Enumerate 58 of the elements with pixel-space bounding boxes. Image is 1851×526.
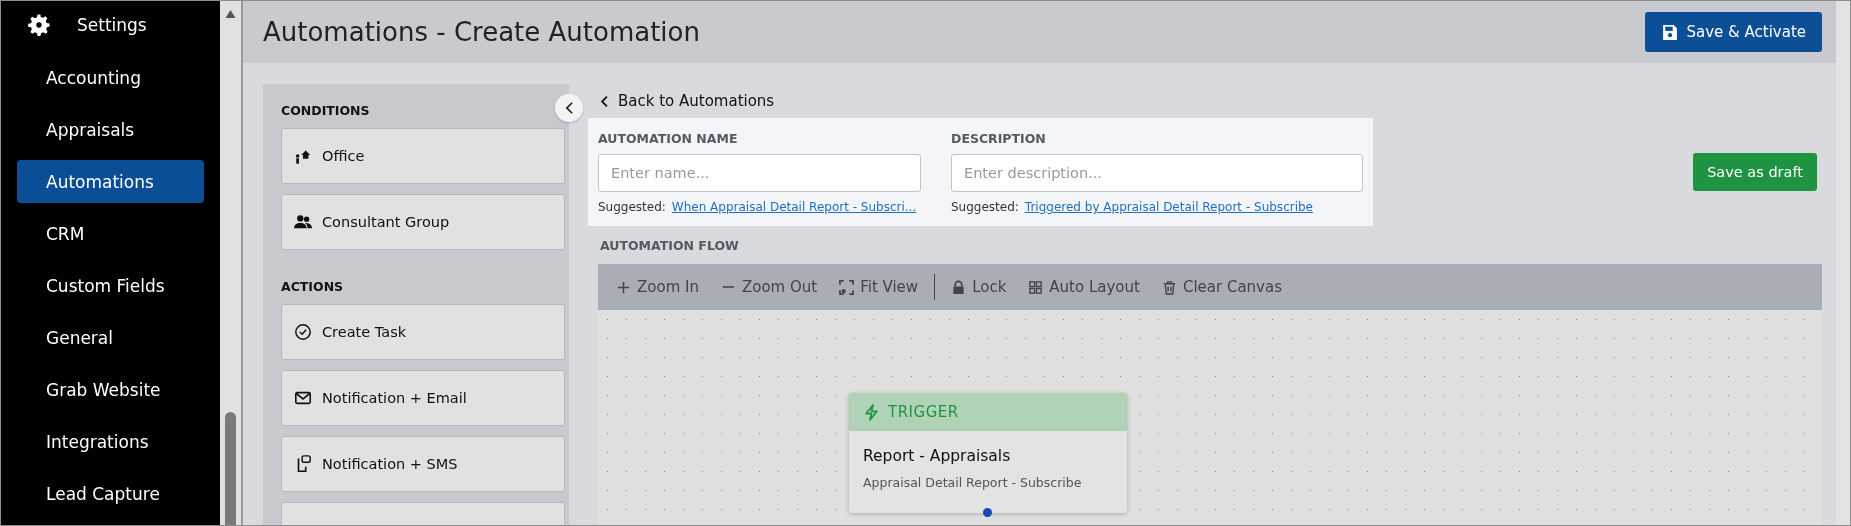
section-heading: CONDITIONS <box>281 101 371 120</box>
scrollbar[interactable] <box>1836 1 1850 525</box>
palette-item[interactable]: Office <box>281 128 565 184</box>
minus-icon <box>720 286 736 288</box>
toolbar-button[interactable]: Zoom In <box>616 278 699 296</box>
page-title: Automations - Create Automation <box>263 17 700 47</box>
envelope-icon <box>294 389 312 407</box>
plus-icon <box>616 279 631 295</box>
sidebar-item[interactable]: General <box>17 316 204 360</box>
chevron-left-icon <box>600 94 609 108</box>
section-heading: AUTOMATION FLOW <box>599 236 740 255</box>
people-icon <box>294 213 312 231</box>
sidebar-item[interactable]: Appraisals <box>17 108 204 152</box>
scroll-up-icon[interactable] <box>225 10 236 18</box>
lock-icon <box>951 279 967 295</box>
suggested-label: Suggested: <box>951 200 1019 214</box>
back-link[interactable]: Back to Automations <box>588 84 1822 118</box>
toolbar-button[interactable]: Clear Canvas <box>1161 278 1282 296</box>
node-title: Report - Appraisals <box>862 446 1012 465</box>
sidebar-item[interactable]: Lead Capture <box>17 472 204 516</box>
field-label: DESCRIPTION <box>951 129 1047 148</box>
suggestion-link[interactable]: When Appraisal Detail Report - Subscri... <box>671 200 917 214</box>
sidebar-item[interactable]: Accounting <box>17 56 204 100</box>
field-label: AUTOMATION NAME <box>598 129 739 148</box>
scrollbar[interactable] <box>220 1 243 525</box>
node-type-label: TRIGGER <box>888 403 959 421</box>
palette-item[interactable]: Notification + Email <box>281 370 565 426</box>
toolbar-button[interactable]: Zoom Out <box>720 278 818 296</box>
chevron-left-icon <box>564 101 574 115</box>
save-draft-button[interactable]: Save as draft <box>1693 153 1817 191</box>
node-subtitle: Appraisal Detail Report - Subscribe <box>862 474 1083 490</box>
scroll-thumb[interactable] <box>225 412 236 525</box>
section-heading: ACTIONS <box>281 277 345 296</box>
collapse-button[interactable] <box>555 94 583 122</box>
input-field[interactable]: Enter name... <box>598 154 921 192</box>
check-circle-icon <box>294 323 312 341</box>
palette-item[interactable]: Consultant Group <box>281 194 565 250</box>
palette-item[interactable]: Create Task <box>281 304 565 360</box>
toolbar-button[interactable]: Fit View <box>839 278 919 296</box>
suggested-label: Suggested: <box>598 200 666 214</box>
sidebar-item[interactable]: Grab Website <box>17 368 204 412</box>
lightning-icon <box>863 403 880 421</box>
trigger-node[interactable]: TRIGGER Report - Appraisals Appraisal Detail Report - Subscribe <box>849 393 1127 513</box>
suggestion-link[interactable]: Triggered by Appraisal Detail Report - Subscribe <box>1024 200 1313 214</box>
palette-item[interactable]: Notification + SMS <box>281 436 565 492</box>
sidebar-item[interactable]: Automations <box>17 160 204 204</box>
sidebar-item[interactable]: CRM <box>17 212 204 256</box>
sidebar-item[interactable]: Custom Fields <box>17 264 204 308</box>
toolbar-button[interactable]: Lock <box>951 278 1007 296</box>
connector-handle[interactable] <box>983 508 992 517</box>
save-activate-button[interactable]: Save & Activate <box>1645 12 1822 52</box>
sidebar-item[interactable]: Integrations <box>17 420 204 464</box>
grid-icon <box>1028 279 1044 295</box>
fit-view-icon <box>839 279 855 295</box>
trash-icon <box>1161 279 1177 295</box>
toolbar-button[interactable]: Auto Layout <box>1028 278 1140 296</box>
sidebar-heading: Settings <box>77 14 147 35</box>
input-field[interactable]: Enter description... <box>951 154 1363 192</box>
